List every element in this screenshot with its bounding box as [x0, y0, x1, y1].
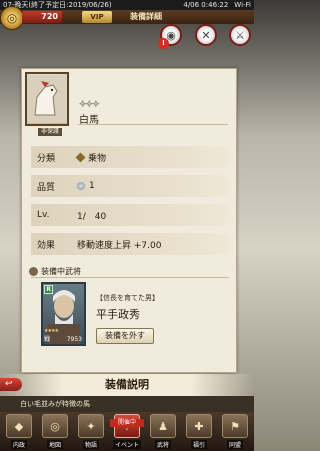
- nav-label: 武将: [154, 440, 171, 449]
- protect-tag[interactable]: 非保護: [38, 128, 63, 136]
- section-title: 装備中武将: [41, 267, 81, 276]
- sword-icon: ⚔: [235, 28, 245, 42]
- diamond-icon: [75, 152, 86, 162]
- nav-label: 同盟: [226, 440, 243, 449]
- wifi-indicator: Wi-Fi: [234, 1, 251, 9]
- currency-counter[interactable]: 720: [22, 11, 62, 23]
- nav-alliance[interactable]: ⚑ 同盟: [218, 412, 252, 451]
- officer-power: 7953: [66, 336, 82, 343]
- unequip-button[interactable]: 装備を外す: [96, 328, 154, 344]
- equipment-detail-panel: ✦✦✦ 白馬 非保護 分類 乗物 品質 1 Lv. 1/ 40 効果 移動速度上…: [21, 68, 237, 373]
- alliance-icon: ⚑: [222, 414, 248, 438]
- nav-label: イベント: [112, 440, 141, 449]
- officer-title: 【信長を育てた男】: [96, 294, 159, 302]
- detail-value: 1/ 40: [77, 211, 107, 222]
- nav-story[interactable]: ✦ 物語: [74, 412, 108, 451]
- detail-row-level: Lv. 1/ 40: [31, 204, 231, 226]
- castle-icon: ◆: [6, 414, 32, 438]
- description-heading: 装備説明: [105, 378, 149, 391]
- map-icon: ◎: [42, 414, 68, 438]
- detail-row-quality: 品質 1: [31, 175, 231, 197]
- equipped-officer-heading: 装備中武将: [29, 266, 81, 277]
- clock: 4/06 0:46:22: [183, 1, 229, 9]
- divider: [31, 277, 229, 278]
- detail-label: 分類: [37, 153, 56, 164]
- quality-icon: [77, 182, 85, 190]
- rarity-badge: R: [44, 285, 53, 294]
- gift-button[interactable]: ◉ !: [158, 24, 182, 49]
- officer-type: 戦: [44, 336, 51, 343]
- nav-label: 内政: [10, 440, 27, 449]
- item-rarity-stars: ✦✦✦: [79, 100, 100, 111]
- event-status-badge: 開催中: [110, 419, 144, 427]
- officer-name: 平手政秀: [96, 308, 140, 321]
- nav-map[interactable]: ◎ 地図: [38, 412, 72, 451]
- detail-value: 乗物: [88, 153, 107, 164]
- lottery-icon: ✚: [186, 414, 212, 438]
- item-portrait[interactable]: [25, 72, 69, 126]
- detail-value: 移動速度上昇 +7.00: [77, 240, 162, 251]
- swords-icon: ✕: [201, 28, 211, 42]
- battle-button[interactable]: ⚔: [229, 24, 251, 46]
- nav-lottery[interactable]: ✚ 福引: [182, 412, 216, 451]
- story-icon: ✦: [78, 414, 104, 438]
- detail-value: 1: [89, 181, 95, 191]
- status-bar: 07-晩天(終了予定日:2019/06/26) 4/06 0:46:22 Wi-…: [0, 0, 254, 10]
- description-text: 白い毛並みが特徴の馬: [0, 396, 254, 412]
- detail-label: 品質: [37, 182, 56, 193]
- nav-officer[interactable]: ♟ 武将: [146, 412, 180, 451]
- emblem-icon: [29, 267, 38, 276]
- gold-coin-icon[interactable]: ◎: [0, 6, 24, 30]
- nav-domestic[interactable]: ◆ 内政: [2, 412, 36, 451]
- nav-label: 物語: [82, 440, 99, 449]
- detail-row-effect: 効果 移動速度上昇 +7.00: [31, 233, 231, 255]
- formation-button[interactable]: ✕: [195, 24, 217, 46]
- divider: [78, 124, 228, 125]
- detail-label: 効果: [37, 240, 56, 251]
- bottom-nav: ◆ 内政 ◎ 地図 ✦ 物語 ! 開催中 イベント ♟ 武将 ✚ 福引 ⚑ 同盟: [0, 412, 254, 451]
- detail-label: Lv.: [37, 210, 50, 220]
- vip-badge[interactable]: VIP: [82, 11, 112, 23]
- nav-label: 地図: [46, 440, 63, 449]
- officer-icon: ♟: [150, 414, 176, 438]
- screen-title: 装備詳細: [130, 12, 162, 21]
- nav-label: 福引: [190, 440, 207, 449]
- nav-event[interactable]: ! 開催中 イベント: [110, 412, 144, 451]
- detail-row-category: 分類 乗物: [31, 146, 231, 168]
- white-horse-icon: [27, 75, 67, 123]
- officer-card[interactable]: R ★★★★ 戦 7953: [41, 282, 86, 346]
- notification-badge: !: [158, 38, 169, 49]
